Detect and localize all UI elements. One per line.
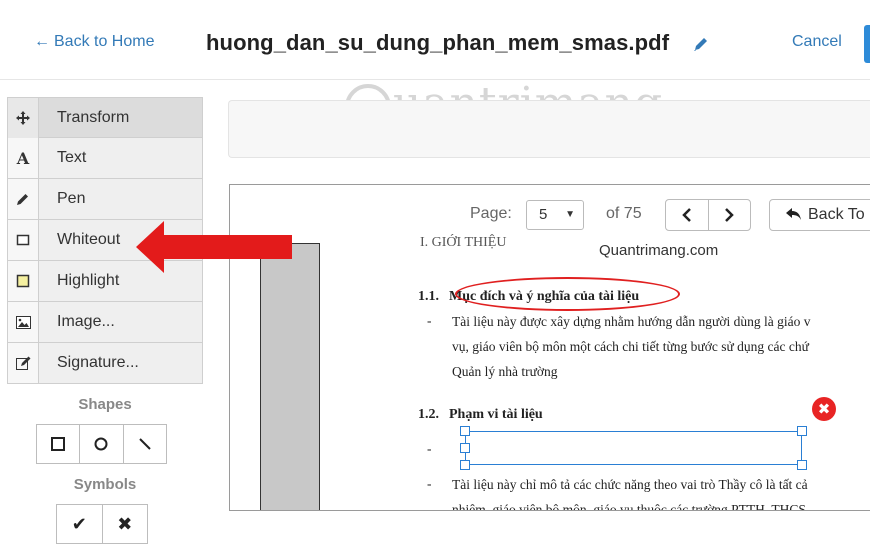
highlight-oval xyxy=(455,277,680,311)
undo-arrow-icon xyxy=(786,208,801,220)
next-page-button[interactable] xyxy=(709,200,751,230)
paragraph-line: Tài liệu này được xây dựng nhằm hướng dẫ… xyxy=(452,314,811,329)
section-heading-1-2: 1.2. Phạm vi tài liệu xyxy=(418,407,543,423)
resize-handle[interactable] xyxy=(797,426,807,436)
line-icon[interactable] xyxy=(123,425,166,463)
chevron-left-icon xyxy=(681,208,691,222)
section-number: 1.2. xyxy=(418,407,439,422)
pencil-icon[interactable] xyxy=(692,35,710,53)
back-to-label: Back To xyxy=(808,206,865,223)
red-pointer-arrow-icon xyxy=(136,221,292,273)
cut-off-heading: I. GIỚI THIỆU xyxy=(420,235,507,250)
move-icon xyxy=(8,98,39,138)
page-label: Page: xyxy=(470,205,512,222)
resize-handle[interactable] xyxy=(460,443,470,453)
tool-label-image: Image... xyxy=(57,313,115,330)
tool-label-text: Text xyxy=(57,149,87,166)
apply-changes-button[interactable] xyxy=(864,25,870,63)
symbols-group: ✔ ✖ xyxy=(56,504,148,544)
checkmark-icon[interactable]: ✔ xyxy=(57,505,103,543)
whiteout-icon xyxy=(8,220,39,260)
tool-label-transform: Transform xyxy=(57,109,130,126)
resize-handle[interactable] xyxy=(797,460,807,470)
resize-handle[interactable] xyxy=(460,460,470,470)
tool-label-pen: Pen xyxy=(57,190,86,207)
signature-icon xyxy=(8,343,39,383)
back-to-home-link[interactable]: ← Back to Home xyxy=(34,33,154,51)
tool-image[interactable]: Image... xyxy=(7,302,203,343)
page-gutter xyxy=(260,243,320,510)
paragraph-line: nhiệm, giáo viên bộ môn, giáo vụ thuộc c… xyxy=(452,502,806,511)
tool-label-signature: Signature... xyxy=(57,354,139,371)
section-title: Phạm vi tài liệu xyxy=(449,407,543,422)
shapes-title: Shapes xyxy=(78,396,132,413)
chevron-right-icon xyxy=(725,208,735,222)
top-header: ← Back to Home huong_dan_su_dung_phan_mem… xyxy=(0,0,870,80)
pdf-page-content: I. GIỚI THIỆU Quantrimang.com 1.1. Mục đí… xyxy=(320,235,870,511)
dropdown-caret-icon: ▼ xyxy=(565,209,575,220)
bullet-marker: - xyxy=(427,441,432,456)
symbols-title: Symbols xyxy=(73,476,137,493)
pdf-viewer: Page: 5 ▼ of 75 Back To I. GIỚI THIỆU Qu… xyxy=(229,184,870,511)
page-nav-buttons xyxy=(665,199,751,231)
page-navigation-bar: Page: 5 ▼ of 75 Back To xyxy=(230,185,870,243)
bullet-marker: - xyxy=(427,476,432,491)
resize-handle[interactable] xyxy=(460,426,470,436)
back-arrow-icon: ← xyxy=(34,33,50,50)
tool-label-whiteout: Whiteout xyxy=(57,231,121,248)
tool-signature[interactable]: Signature... xyxy=(7,343,203,384)
image-icon xyxy=(8,302,39,342)
highlight-icon xyxy=(8,261,39,301)
toolbar-panel xyxy=(228,100,870,158)
paragraph-line: Quản lý nhà trường xyxy=(452,364,558,379)
shapes-group xyxy=(36,424,167,464)
circle-icon[interactable] xyxy=(80,425,124,463)
paragraph-line: vụ, giáo viên bộ môn một cách chi tiết t… xyxy=(452,339,809,354)
text-icon: A xyxy=(8,138,39,178)
pen-icon xyxy=(8,179,39,219)
section-number: 1.1. xyxy=(418,289,439,304)
tool-transform[interactable]: Transform xyxy=(7,97,203,138)
bullet-marker: - xyxy=(427,313,432,328)
tool-label-highlight: Highlight xyxy=(57,272,120,289)
file-name-title[interactable]: huong_dan_su_dung_phan_mem_smas.pdf xyxy=(206,30,669,56)
previous-page-button[interactable] xyxy=(666,200,709,230)
tool-pen[interactable]: Pen xyxy=(7,179,203,220)
paragraph-line: Tài liệu này chỉ mô tả các chức năng the… xyxy=(452,477,808,492)
page-select[interactable]: 5 ▼ xyxy=(526,200,584,230)
cancel-button[interactable]: Cancel xyxy=(792,33,842,51)
tool-text[interactable]: A Text xyxy=(7,138,203,179)
back-to-home-label: Back to Home xyxy=(54,33,155,50)
cross-icon[interactable]: ✖ xyxy=(102,505,147,543)
page-count: of 75 xyxy=(606,205,642,222)
page-select-value: 5 xyxy=(539,206,548,223)
rectangle-icon[interactable] xyxy=(37,425,81,463)
tool-panel: Transform A Text Pen Whiteout Highlight … xyxy=(7,97,203,544)
back-to-button[interactable]: Back To xyxy=(769,199,870,231)
whiteout-selection-box[interactable] xyxy=(460,426,807,470)
delete-annotation-icon[interactable]: ✖ xyxy=(812,397,836,421)
site-label: Quantrimang.com xyxy=(599,242,719,259)
